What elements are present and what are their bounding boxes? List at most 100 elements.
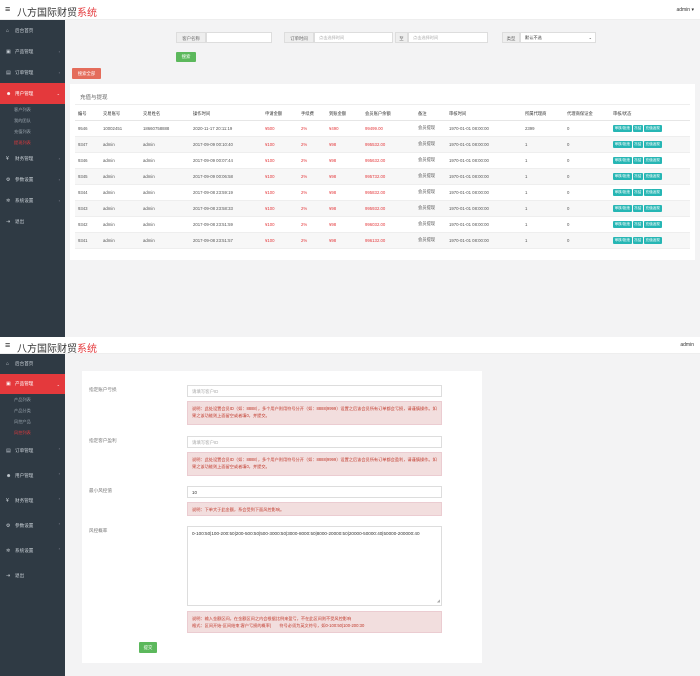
nav-label: 参数设置 (15, 176, 34, 182)
nav-home[interactable]: ⌂ 后台首页 (0, 20, 65, 41)
approve-reject-button[interactable]: 审核/拒绝 (613, 172, 632, 180)
resize-handle-icon[interactable]: ◢ (437, 597, 440, 604)
designated-loss-input[interactable]: 请填写客户ID (187, 385, 442, 397)
subnav-product-category[interactable]: 产品分类 (0, 405, 65, 416)
recharge-cashback-button[interactable]: 充值返现 (643, 204, 662, 212)
table-cell: 2399 (522, 120, 564, 137)
table-cell: ¥98 (326, 200, 362, 217)
subnav-customer-list[interactable]: 客户列表 (0, 104, 65, 115)
nav-products[interactable]: ▣ 产品管理 ⌄ (0, 374, 65, 394)
recharge-cashback-button[interactable]: 充值返现 (643, 220, 662, 228)
brand-title: 八方国际财贸系统 (17, 4, 97, 19)
chevron-right-icon: › (58, 471, 60, 476)
nav-finance[interactable]: ¥ 财务管理 › (0, 148, 65, 169)
table-row: 9546 10002451 18660758888 2020-11-17 20:11:… (75, 120, 690, 137)
recharge-cashback-button[interactable]: 充值返现 (643, 156, 662, 164)
subnav-my-team[interactable]: 我的团队 (0, 115, 65, 126)
admin-name: admin (680, 342, 694, 348)
search-all-button[interactable]: 搜索全部 (72, 68, 101, 79)
subnav-product-list[interactable]: 产品列表 (0, 394, 65, 405)
brand-accent: 系统 (77, 8, 97, 19)
nav-system[interactable]: ✲ 系统设置 › (0, 538, 65, 563)
freeze-button[interactable]: 冻结 (632, 156, 643, 164)
nav-logout[interactable]: ⇥ 退出 (0, 211, 65, 232)
table-cell: 9342 (75, 216, 100, 233)
approve-reject-button[interactable]: 审核/拒绝 (613, 204, 632, 212)
table-cell: 1 (522, 200, 564, 217)
nav-logout[interactable]: ⇥ 退出 (0, 563, 65, 588)
recharge-cashback-button[interactable]: 充值返现 (643, 140, 662, 148)
end-time-input[interactable]: 点击选择时间 (408, 32, 488, 43)
table-cell: ¥98 (326, 168, 362, 185)
start-time-input[interactable]: 点击选择时间 (314, 32, 393, 43)
table-row: 9346 admin admin 2017-09-09 00:07:44 ¥100 2% ¥… (75, 152, 690, 169)
nav-params[interactable]: ⚙ 参数设置 › (0, 513, 65, 538)
recharge-cashback-button[interactable]: 充值返现 (643, 124, 662, 132)
freeze-button[interactable]: 冻结 (632, 236, 643, 244)
admin-user-menu[interactable]: admin ▾ (676, 7, 694, 13)
search-button[interactable]: 搜索 (176, 52, 196, 62)
nav-system[interactable]: ✲ 系统设置 › (0, 190, 65, 211)
risk-rate-textarea[interactable]: 0-100:50|100-200:50|200-500:50|500-3000:… (187, 526, 442, 606)
designated-profit-input[interactable]: 请填写客户ID (187, 436, 442, 448)
nav-label: 用户管理 (15, 472, 34, 478)
nav-orders[interactable]: ▤ 订单管理 › (0, 438, 65, 463)
table-cell: admin (140, 200, 190, 217)
approve-reject-button[interactable]: 审核/拒绝 (613, 220, 632, 228)
hamburger-menu-icon[interactable]: ≡ (5, 340, 10, 350)
min-risk-input[interactable]: 10 (187, 486, 442, 498)
subnav-recharge-list[interactable]: 充值列表 (0, 126, 65, 137)
freeze-button[interactable]: 冻结 (632, 204, 643, 212)
actions-cell: 审核/拒绝 冻结 充值返现 (610, 216, 690, 233)
table-header-row: 编号 交易账号 交易姓名 操作时间 申请金额 手续费 到账金额 会员账户余额 备注 审核时间 所属代… (75, 109, 690, 121)
recharge-cashback-button[interactable]: 充值返现 (643, 172, 662, 180)
recharge-cashback-button[interactable]: 充值返现 (643, 236, 662, 244)
recharge-cashback-button[interactable]: 充值返现 (643, 188, 662, 196)
table-row: 9343 admin admin 2017-09-08 23:58:33 ¥100 2% ¥… (75, 200, 690, 217)
box-icon: ▣ (6, 48, 11, 55)
order-icon: ▤ (6, 69, 11, 76)
actions-cell: 审核/拒绝 冻结 充值返现 (610, 200, 690, 217)
nav-users[interactable]: ☻ 用户管理 › (0, 463, 65, 488)
nav-orders[interactable]: ▤ 订单管理 › (0, 62, 65, 83)
approve-reject-button[interactable]: 审核/拒绝 (613, 140, 632, 148)
approve-reject-button[interactable]: 审核/拒绝 (613, 156, 632, 164)
min-risk-hint: 说明：下单大于此金额，系会受到下面风控影响。 (187, 502, 442, 516)
table-cell: 2017-09-08 23:51:59 (190, 216, 262, 233)
freeze-button[interactable]: 冻结 (632, 124, 643, 132)
risk-rate-label: 风控概率 (89, 528, 108, 533)
freeze-button[interactable]: 冻结 (632, 140, 643, 148)
approve-reject-button[interactable]: 审核/拒绝 (613, 188, 632, 196)
subnav-risk-list[interactable]: 风控列表 (0, 427, 65, 438)
submit-button[interactable]: 提交 (139, 642, 157, 653)
withdraw-list-screen: ≡ 八方国际财贸系统 admin ▾ ⌂ 后台首页 ▣ 产品管理 › ▤ 订单管理 › ☻… (0, 0, 700, 337)
section-title: 充值与提现 (80, 95, 108, 101)
chevron-right-icon: › (58, 49, 60, 54)
subnav-risk-product[interactable]: 风控产品 (0, 416, 65, 427)
nav-products[interactable]: ▣ 产品管理 › (0, 41, 65, 62)
freeze-button[interactable]: 冻结 (632, 220, 643, 228)
freeze-button[interactable]: 冻结 (632, 188, 643, 196)
table-cell: admin (100, 200, 140, 217)
chevron-right-icon: › (58, 546, 60, 551)
table-cell: 会员提现 (415, 152, 446, 169)
freeze-button[interactable]: 冻结 (632, 172, 643, 180)
to-label: 至 (395, 32, 408, 43)
table-cell: admin (100, 152, 140, 169)
admin-user-menu[interactable]: admin (680, 342, 694, 348)
subnav-withdraw-list[interactable]: 提现列表 (0, 137, 65, 148)
type-select[interactable]: 默认不选 ⌄ (520, 32, 596, 43)
approve-reject-button[interactable]: 审核/拒绝 (613, 124, 632, 132)
nav-finance[interactable]: ¥ 财务管理 › (0, 488, 65, 513)
risk-control-screen: ≡ 八方国际财贸系统 admin ⌂ 后台首页 ▣ 产品管理 ⌄ 产品列表 产品分类 … (0, 338, 700, 676)
nav-params[interactable]: ⚙ 参数设置 › (0, 169, 65, 190)
table-cell: 9345 (75, 168, 100, 185)
nav-home[interactable]: ⌂ 后台首页 (0, 354, 65, 374)
nav-label: 订单管理 (15, 447, 34, 453)
hamburger-menu-icon[interactable]: ≡ (5, 4, 10, 14)
actions-cell: 审核/拒绝 冻结 充值返现 (610, 168, 690, 185)
table-cell: 1 (522, 168, 564, 185)
approve-reject-button[interactable]: 审核/拒绝 (613, 236, 632, 244)
account-filter-input[interactable] (206, 32, 272, 43)
nav-users[interactable]: ☻ 用户管理 ⌄ (0, 83, 65, 104)
